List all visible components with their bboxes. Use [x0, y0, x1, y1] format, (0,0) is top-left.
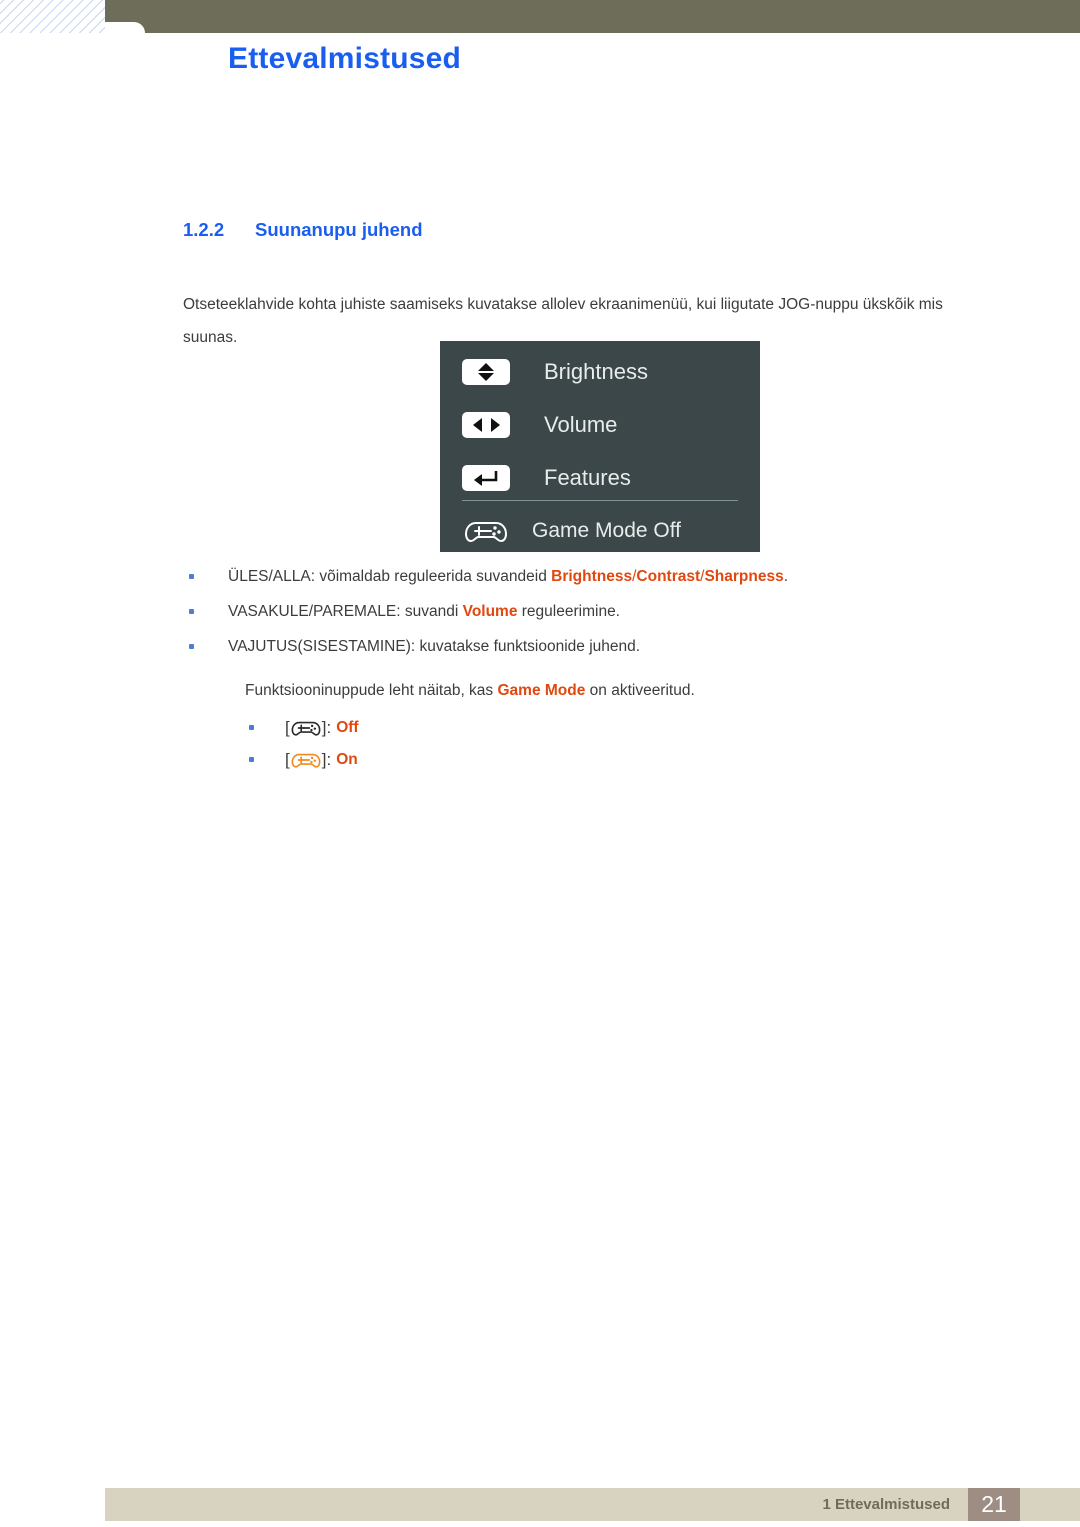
- osd-row-brightness: Brightness: [440, 345, 760, 398]
- game-mode-state-list: [ ]: Off []: On: [245, 716, 745, 780]
- osd-row-volume: Volume: [440, 398, 760, 451]
- bracket-close: ]:: [321, 750, 332, 769]
- game-mode-state-off: [ ]: Off: [245, 716, 745, 739]
- game-mode-term: Game Mode: [497, 682, 586, 699]
- header-notch: [105, 22, 145, 33]
- header-stripe-pattern: [0, 0, 110, 33]
- game-mode-note-before: Funktsiooninuppude leht näitab, kas: [245, 682, 498, 699]
- osd-label-game-mode: Game Mode Off: [532, 518, 682, 542]
- state-label-on: On: [336, 751, 358, 768]
- page-header: [0, 0, 1080, 33]
- game-mode-state-on: [ ]: On: [245, 748, 745, 771]
- footer-page-number: 21: [968, 1488, 1020, 1521]
- gamepad-icon-on: [291, 750, 321, 770]
- bullet-item-left-right: VASAKULE/PAREMALE: suvandi Volume regule…: [183, 601, 983, 622]
- section-number: 1.2.2: [183, 219, 225, 240]
- bracket-open: [: [285, 750, 290, 769]
- bullet-item-up-down: ÜLES/ALLA: võimaldab reguleerida suvande…: [183, 566, 983, 587]
- bullet-text-suffix: .: [783, 568, 789, 585]
- bullet-term-contrast: Contrast: [636, 568, 701, 585]
- bullet-text-suffix: reguleerimine.: [517, 603, 620, 620]
- footer-chapter-label: 1 Ettevalmistused: [822, 1496, 950, 1513]
- bullet-term-sharpness: Sharpness: [704, 568, 784, 585]
- osd-label-brightness: Brightness: [544, 358, 648, 384]
- bracket-close: ]:: [321, 718, 332, 737]
- osd-label-features: Features: [544, 464, 631, 490]
- osd-row-features: Features: [440, 451, 760, 504]
- bullet-list: ÜLES/ALLA: võimaldab reguleerida suvande…: [183, 566, 983, 671]
- enter-key-icon: [462, 464, 510, 491]
- bullet-term-volume: Volume: [462, 603, 518, 620]
- bullet-term-brightness: Brightness: [551, 568, 633, 585]
- section-title: Suunanupu juhend: [255, 219, 423, 240]
- gamepad-icon-off: [291, 718, 321, 738]
- osd-menu-graphic: Brightness Volume Features Game Mode Off: [440, 341, 760, 552]
- bullet-text-prefix: VASAKULE/PAREMALE: suvandi: [228, 603, 463, 620]
- gamepad-icon: [462, 517, 510, 545]
- osd-divider: [462, 500, 738, 501]
- page-title: Ettevalmistused: [228, 42, 462, 75]
- bullet-item-press-enter: VAJUTUS(SISESTAMINE): kuvatakse funktsio…: [183, 636, 983, 657]
- page-footer: 1 Ettevalmistused 21: [105, 1488, 1080, 1521]
- bracket-open: [: [285, 718, 290, 737]
- bullet-text-prefix: VAJUTUS(SISESTAMINE): kuvatakse funktsio…: [228, 638, 641, 655]
- section-heading: 1.2.2 Suunanupu juhend: [183, 219, 423, 241]
- bullet-text-prefix: ÜLES/ALLA: võimaldab reguleerida suvande…: [228, 568, 552, 585]
- state-label-off: Off: [336, 719, 359, 736]
- game-mode-note-after: on aktiveeritud.: [585, 682, 695, 699]
- game-mode-note: Funktsiooninuppude leht näitab, kas Game…: [245, 680, 695, 701]
- header-olive-bar: [105, 0, 1080, 33]
- up-down-arrow-key-icon: [462, 358, 510, 385]
- osd-label-volume: Volume: [544, 411, 618, 437]
- osd-row-game-mode: Game Mode Off: [440, 504, 760, 557]
- left-right-arrow-key-icon: [462, 411, 510, 438]
